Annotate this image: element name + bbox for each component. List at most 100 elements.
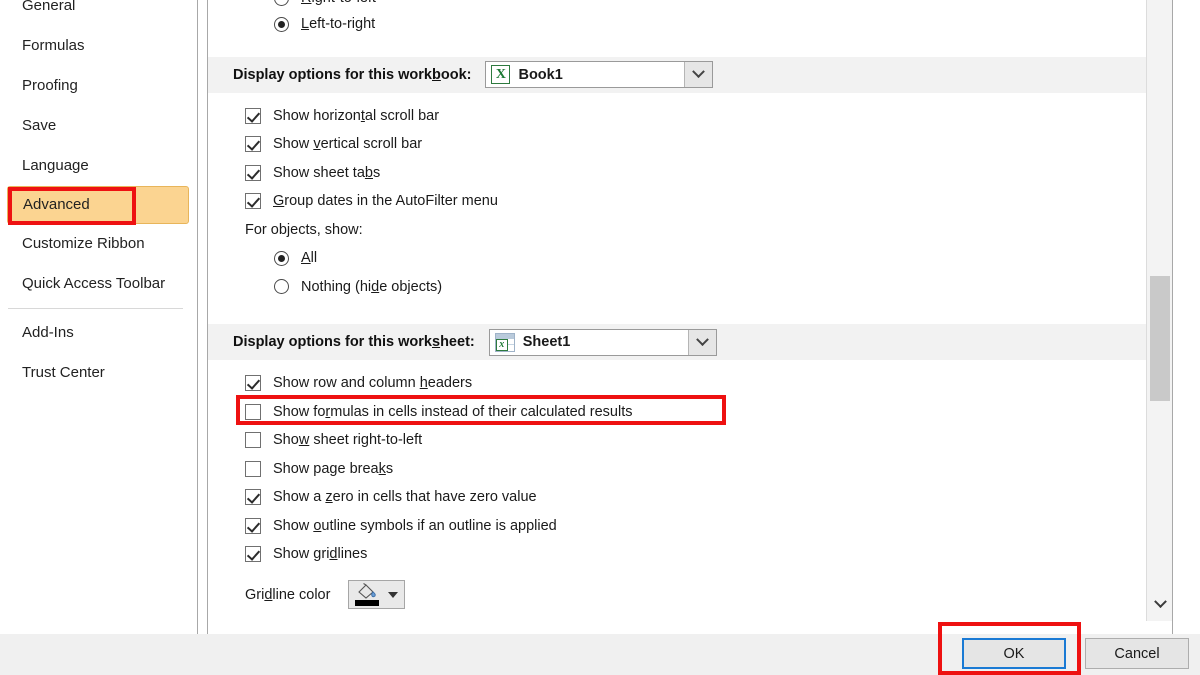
- checkbox-label-group-dates-autofilter: Group dates in the AutoFilter menu: [273, 193, 498, 210]
- sidebar-item-label: Advanced: [23, 196, 90, 213]
- sidebar-divider: [8, 308, 183, 309]
- sidebar-item-customize-ribbon[interactable]: Customize Ribbon: [0, 224, 197, 264]
- checkbox-label-show-row-column-headers: Show row and column headers: [273, 375, 473, 392]
- checkbox-show-gridlines[interactable]: [245, 546, 261, 563]
- options-sidebar: General Formulas Proofing Save Language …: [0, 0, 198, 635]
- scrollbar-down-button[interactable]: [1147, 593, 1172, 615]
- section-header-worksheet-label: Display options for this worksheet:: [233, 334, 475, 350]
- radio-label-right-to-left: Right-to-left: [301, 0, 376, 6]
- workbook-select-chevron-down-icon[interactable]: [684, 62, 713, 87]
- triangle-down-icon[interactable]: [388, 591, 399, 598]
- checkbox-row-show-zero-in-cells[interactable]: Show a zero in cells that have zero valu…: [208, 483, 1152, 512]
- radio-label-left-to-right: Left-to-right: [301, 16, 376, 33]
- paint-bucket-icon: [355, 583, 380, 606]
- gridline-color-swatch: [355, 600, 380, 606]
- excel-options-dialog: General Formulas Proofing Save Language …: [0, 0, 1200, 675]
- section-header-workbook-label: Display options for this workbook:: [233, 66, 472, 83]
- checkbox-show-outline-symbols[interactable]: [245, 517, 261, 534]
- checkbox-show-page-breaks[interactable]: [245, 460, 261, 477]
- checkbox-row-show-page-breaks[interactable]: Show page breaks: [208, 455, 1152, 484]
- sidebar-item-label: Save: [22, 117, 57, 134]
- for-objects-show-label: For objects, show:: [245, 221, 363, 238]
- checkbox-row-show-outline-symbols[interactable]: Show outline symbols if an outline is ap…: [208, 512, 1152, 541]
- sidebar-item-label: Language: [22, 157, 89, 174]
- section-header-worksheet: Display options for this worksheet: x Sh…: [208, 324, 1152, 360]
- sidebar-item-advanced[interactable]: Advanced: [7, 186, 189, 224]
- worksheet-select-chevron-down-icon[interactable]: [687, 329, 716, 355]
- checkbox-row-show-horizontal-scroll-bar[interactable]: Show horizontal scroll bar: [208, 102, 1152, 131]
- excel-worksheet-icon: x: [494, 332, 515, 352]
- checkbox-label-show-outline-symbols: Show outline symbols if an outline is ap…: [273, 517, 557, 534]
- checkbox-label-show-page-breaks: Show page breaks: [273, 460, 394, 477]
- sidebar-item-label: Customize Ribbon: [22, 235, 145, 252]
- cancel-button[interactable]: Cancel: [1085, 638, 1189, 669]
- checkbox-row-show-gridlines[interactable]: Show gridlines: [208, 540, 1152, 569]
- sidebar-item-formulas[interactable]: Formulas: [0, 26, 197, 66]
- scrollbar-thumb[interactable]: [1150, 276, 1170, 401]
- checkbox-row-show-row-column-headers[interactable]: Show row and column headers: [208, 369, 1152, 398]
- gridline-color-row: Gridline color: [208, 575, 1152, 615]
- radio-left-to-right-icon[interactable]: [274, 16, 289, 32]
- radio-label-objects-all: All: [301, 250, 318, 267]
- checkbox-label-show-gridlines: Show gridlines: [273, 546, 368, 563]
- worksheet-options-group: Show row and column headers Show formula…: [208, 360, 1152, 625]
- sidebar-item-general[interactable]: General: [0, 0, 197, 26]
- sidebar-item-label: General: [22, 0, 76, 14]
- checkbox-row-group-dates-autofilter[interactable]: Group dates in the AutoFilter menu: [208, 187, 1152, 216]
- checkbox-show-zero-in-cells[interactable]: [245, 489, 261, 506]
- sidebar-item-proofing[interactable]: Proofing: [0, 66, 197, 106]
- sidebar-item-trust-center[interactable]: Trust Center: [0, 353, 197, 393]
- excel-workbook-icon: X: [491, 65, 511, 84]
- options-content-pane: Right-to-left Left-to-right Display opti…: [207, 0, 1173, 635]
- radio-row-left-to-right[interactable]: Left-to-right: [208, 10, 1152, 39]
- checkbox-row-show-vertical-scroll-bar[interactable]: Show vertical scroll bar: [208, 130, 1152, 159]
- ok-button-label: OK: [1003, 645, 1025, 662]
- checkbox-show-vertical-scroll-bar[interactable]: [245, 136, 261, 153]
- radio-objects-nothing-icon[interactable]: [274, 279, 289, 295]
- checkbox-row-show-sheet-tabs[interactable]: Show sheet tabs: [208, 159, 1152, 188]
- for-objects-show-label-row: For objects, show:: [208, 216, 1152, 245]
- checkbox-label-show-formulas-in-cells: Show formulas in cells instead of their …: [273, 403, 633, 420]
- gridline-color-button[interactable]: [348, 580, 406, 609]
- checkbox-show-sheet-tabs[interactable]: [245, 164, 261, 181]
- sidebar-item-label: Proofing: [22, 77, 78, 94]
- checkbox-show-sheet-right-to-left[interactable]: [245, 432, 261, 449]
- radio-row-right-to-left[interactable]: Right-to-left: [208, 0, 1152, 10]
- sidebar-item-label: Trust Center: [22, 364, 105, 381]
- sidebar-item-label: Add-Ins: [22, 324, 74, 341]
- checkbox-row-show-formulas-in-cells[interactable]: Show formulas in cells instead of their …: [208, 398, 1152, 427]
- sidebar-item-label: Quick Access Toolbar: [22, 275, 166, 292]
- workbook-select[interactable]: X Book1: [485, 61, 714, 88]
- workbook-select-value-area: X Book1: [486, 65, 684, 84]
- sidebar-item-quick-access-toolbar[interactable]: Quick Access Toolbar: [0, 264, 197, 304]
- ok-button[interactable]: OK: [962, 638, 1066, 669]
- checkbox-show-row-column-headers[interactable]: [245, 375, 261, 392]
- section-header-workbook: Display options for this workbook: X Boo…: [208, 56, 1152, 93]
- cancel-button-label: Cancel: [1114, 645, 1160, 662]
- gridline-color-label: Gridline color: [245, 586, 331, 603]
- content-scrollbar[interactable]: [1146, 0, 1172, 621]
- checkbox-label-show-vertical-scroll-bar: Show vertical scroll bar: [273, 136, 423, 153]
- checkbox-label-show-zero-in-cells: Show a zero in cells that have zero valu…: [273, 489, 537, 506]
- radio-label-objects-nothing: Nothing (hide objects): [301, 278, 443, 295]
- sidebar-item-label: Formulas: [22, 37, 85, 54]
- radio-row-objects-nothing[interactable]: Nothing (hide objects): [208, 273, 1152, 302]
- worksheet-select[interactable]: x Sheet1: [488, 328, 717, 356]
- radio-objects-all-icon[interactable]: [274, 250, 289, 266]
- dialog-footer: OK Cancel: [0, 634, 1200, 675]
- checkbox-row-show-sheet-right-to-left[interactable]: Show sheet right-to-left: [208, 426, 1152, 455]
- checkbox-label-show-sheet-tabs: Show sheet tabs: [273, 164, 381, 181]
- checkbox-label-show-horizontal-scroll-bar: Show horizontal scroll bar: [273, 107, 440, 124]
- workbook-options-group: Show horizontal scroll bar Show vertical…: [208, 93, 1152, 312]
- checkbox-show-formulas-in-cells[interactable]: [245, 403, 261, 420]
- checkbox-group-dates-autofilter[interactable]: [245, 193, 261, 210]
- sidebar-item-language[interactable]: Language: [0, 146, 197, 186]
- radio-row-objects-all[interactable]: All: [208, 244, 1152, 273]
- worksheet-select-value: Sheet1: [522, 334, 571, 350]
- checkbox-label-show-sheet-right-to-left: Show sheet right-to-left: [273, 432, 423, 449]
- radio-right-to-left-icon[interactable]: [274, 0, 289, 6]
- sidebar-item-add-ins[interactable]: Add-Ins: [0, 313, 197, 353]
- checkbox-show-horizontal-scroll-bar[interactable]: [245, 107, 261, 124]
- worksheet-select-value-area: x Sheet1: [490, 332, 688, 352]
- sidebar-item-save[interactable]: Save: [0, 106, 197, 146]
